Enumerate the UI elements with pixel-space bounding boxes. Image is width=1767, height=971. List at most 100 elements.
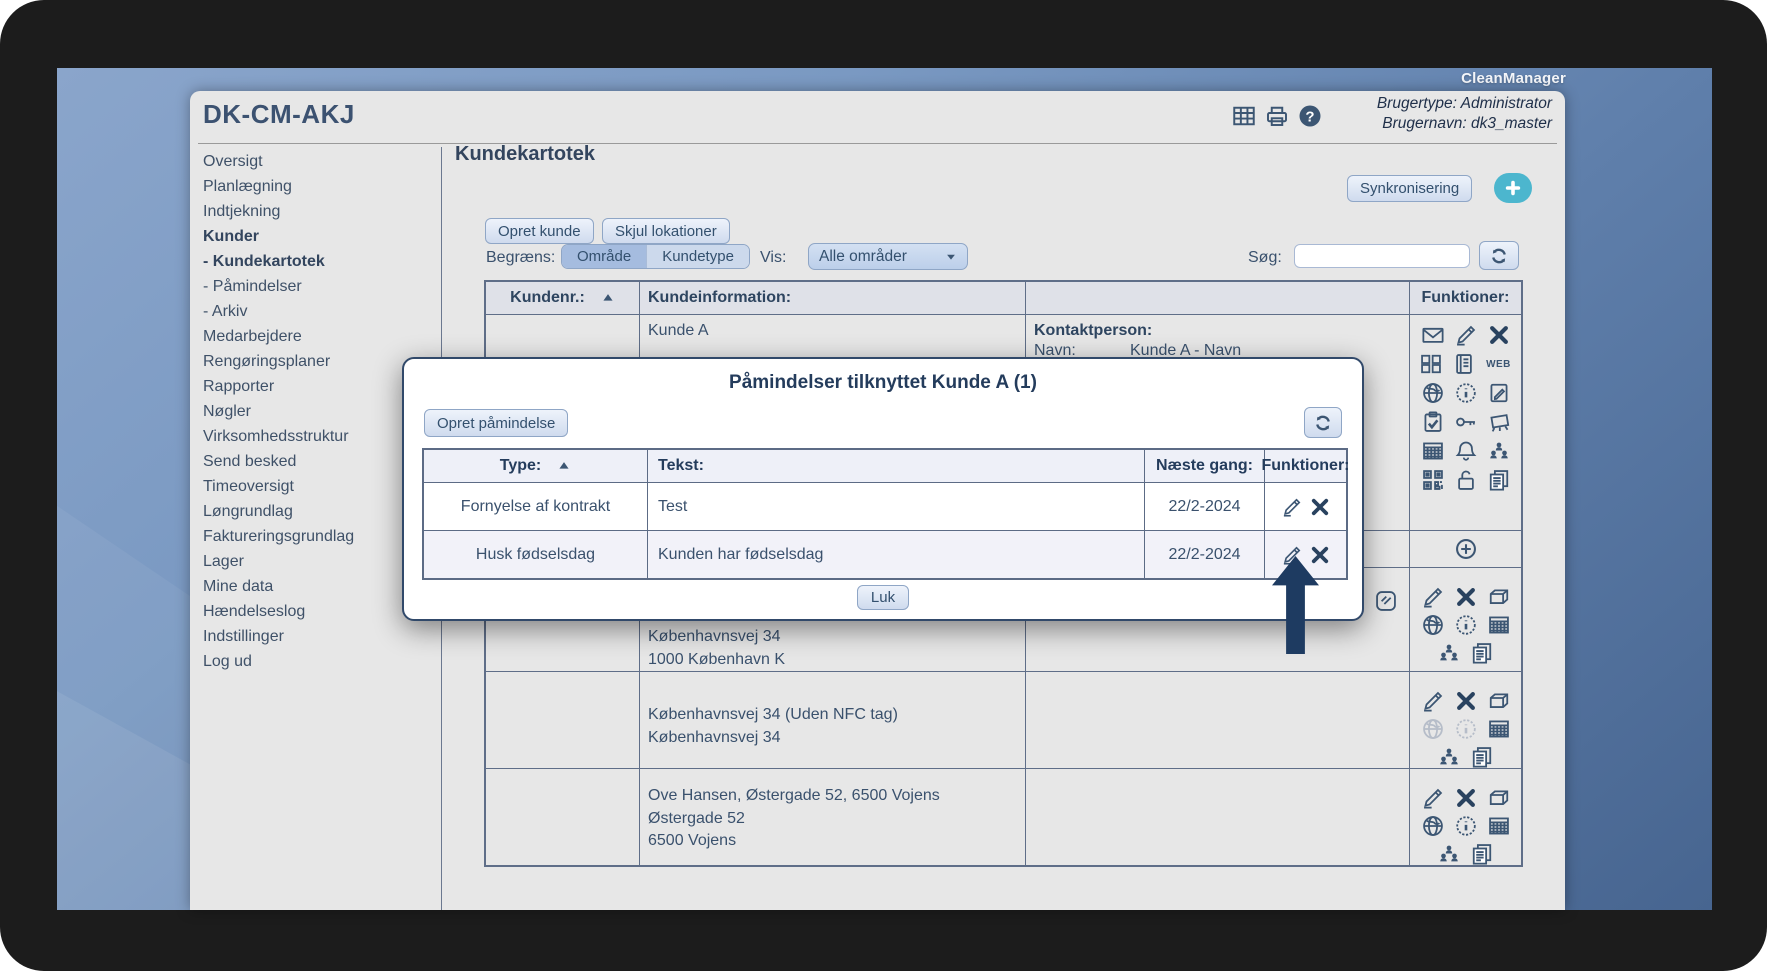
- sidebar-item-kundekartotek[interactable]: - Kundekartotek: [203, 249, 428, 274]
- sidebar-item-reng-ringsplaner[interactable]: Rengøringsplaner: [203, 349, 428, 374]
- bell-icon[interactable]: [1455, 440, 1477, 462]
- delete-icon[interactable]: [1455, 787, 1477, 809]
- delete-icon[interactable]: [1455, 690, 1477, 712]
- documents-icon[interactable]: [1488, 469, 1510, 491]
- column-header-funktioner: Funktioner:: [1410, 282, 1521, 314]
- delete-icon[interactable]: [1455, 586, 1477, 608]
- note-square-icon[interactable]: [1375, 590, 1397, 612]
- clipboard-check-icon[interactable]: [1422, 411, 1444, 433]
- sidebar-item-oversigt[interactable]: Oversigt: [203, 149, 428, 174]
- limit-option-omr-de[interactable]: Område: [562, 245, 647, 268]
- sidebar-item-timeoversigt[interactable]: Timeoversigt: [203, 474, 428, 499]
- qr-icon[interactable]: [1422, 469, 1444, 491]
- help-icon[interactable]: ?: [1298, 104, 1322, 128]
- calendar-icon[interactable]: [1488, 718, 1510, 740]
- sidebar-item-faktureringsgrundlag[interactable]: Faktureringsgrundlag: [203, 524, 428, 549]
- sidebar-item-send-besked[interactable]: Send besked: [203, 449, 428, 474]
- create-reminder-button[interactable]: Opret påmindelse: [424, 409, 568, 437]
- reminders-table-header: Type: Tekst: Næste gang: Funktioner:: [424, 450, 1346, 483]
- sidebar-item-arkiv[interactable]: - Arkiv: [203, 299, 428, 324]
- people-icon[interactable]: [1438, 843, 1460, 865]
- modal-refresh-button[interactable]: [1304, 407, 1342, 438]
- close-modal-button[interactable]: Luk: [857, 585, 909, 610]
- limit-option-kundetype[interactable]: Kundetype: [647, 245, 749, 268]
- sidebar-item-rapporter[interactable]: Rapporter: [203, 374, 428, 399]
- add-button[interactable]: [1494, 173, 1532, 203]
- column-header-kundenr[interactable]: Kundenr.:: [486, 282, 640, 314]
- refresh-button[interactable]: [1479, 241, 1519, 270]
- calendar-icon[interactable]: [1422, 440, 1444, 462]
- globe-icon[interactable]: [1422, 614, 1444, 636]
- board-icon[interactable]: [1488, 411, 1510, 433]
- info-icon[interactable]: [1455, 815, 1477, 837]
- delete-icon[interactable]: [1488, 324, 1510, 346]
- table-icon[interactable]: [1232, 104, 1256, 128]
- people-icon[interactable]: [1438, 746, 1460, 768]
- sidebar-item-p-mindelser[interactable]: - Påmindelser: [203, 274, 428, 299]
- calendar-icon[interactable]: [1488, 614, 1510, 636]
- printer-icon[interactable]: [1265, 104, 1289, 128]
- add-location-icon[interactable]: [1455, 538, 1477, 560]
- globe-icon[interactable]: [1422, 815, 1444, 837]
- delete-icon[interactable]: [1310, 497, 1330, 517]
- reminder-next-date: 22/2-2024: [1145, 531, 1265, 578]
- box-icon[interactable]: [1488, 586, 1510, 608]
- box-icon[interactable]: [1488, 787, 1510, 809]
- globe-icon[interactable]: [1422, 382, 1444, 404]
- search-input[interactable]: [1294, 244, 1470, 268]
- sidebar-item-indtjekning[interactable]: Indtjekning: [203, 199, 428, 224]
- edit-icon[interactable]: [1422, 690, 1444, 712]
- search-label: Søg:: [1248, 249, 1282, 267]
- customer-table-header: Kundenr.: Kundeinformation: Funktioner:: [486, 282, 1521, 315]
- people-icon[interactable]: [1488, 440, 1510, 462]
- area-select[interactable]: Alle områder: [808, 243, 968, 270]
- sidebar-item-l-ngrundlag[interactable]: Løngrundlag: [203, 499, 428, 524]
- column-header-type[interactable]: Type:: [424, 450, 648, 482]
- app-title: DK-CM-AKJ: [203, 99, 355, 130]
- sidebar-item-planl-gning[interactable]: Planlægning: [203, 174, 428, 199]
- web-link[interactable]: WEB: [1486, 359, 1511, 370]
- sidebar-item-medarbejdere[interactable]: Medarbejdere: [203, 324, 428, 349]
- view-label: Vis:: [760, 249, 786, 267]
- envelope-icon[interactable]: [1422, 324, 1444, 346]
- key-icon[interactable]: [1455, 411, 1477, 433]
- delete-icon[interactable]: [1310, 545, 1330, 565]
- sidebar-item-h-ndelseslog[interactable]: Hændelseslog: [203, 599, 428, 624]
- sidebar-item-lager[interactable]: Lager: [203, 549, 428, 574]
- documents-icon[interactable]: [1471, 642, 1493, 664]
- info-icon[interactable]: [1455, 614, 1477, 636]
- globe-icon[interactable]: [1422, 718, 1444, 740]
- sidebar-item-indstillinger[interactable]: Indstillinger: [203, 624, 428, 649]
- info-icon[interactable]: [1455, 718, 1477, 740]
- edit-icon[interactable]: [1422, 586, 1444, 608]
- box-icon[interactable]: [1488, 690, 1510, 712]
- sidebar-item-kunder[interactable]: Kunder: [203, 224, 428, 249]
- header-icon-bar: ?: [1232, 104, 1322, 128]
- sort-asc-icon: [557, 459, 571, 473]
- reminder-text: Kunden har fødselsdag: [648, 531, 1145, 578]
- reminder-next-date: 22/2-2024: [1145, 483, 1265, 530]
- reminder-row: Husk fødselsdagKunden har fødselsdag22/2…: [424, 531, 1346, 578]
- sidebar-item-log-ud[interactable]: Log ud: [203, 649, 428, 674]
- sidebar-item-mine-data[interactable]: Mine data: [203, 574, 428, 599]
- documents-icon[interactable]: [1471, 746, 1493, 768]
- cubes-icon[interactable]: [1420, 353, 1442, 375]
- sidebar-item-virksomhedsstruktur[interactable]: Virksomhedsstruktur: [203, 424, 428, 449]
- hide-locations-button[interactable]: Skjul lokationer: [602, 218, 730, 244]
- location-text: Ove Hansen, Østergade 52, 6500 VojensØst…: [640, 769, 1025, 853]
- sidebar-item-n-gler[interactable]: Nøgler: [203, 399, 428, 424]
- location-function-icons: [1410, 568, 1521, 664]
- edit-icon[interactable]: [1282, 497, 1302, 517]
- edit-icon[interactable]: [1455, 324, 1477, 346]
- documents-icon[interactable]: [1471, 843, 1493, 865]
- sort-asc-icon: [601, 291, 615, 305]
- people-icon[interactable]: [1438, 642, 1460, 664]
- ledger-icon[interactable]: [1453, 353, 1475, 375]
- note-icon[interactable]: [1488, 382, 1510, 404]
- sync-button[interactable]: Synkronisering: [1347, 175, 1472, 202]
- calendar-icon[interactable]: [1488, 815, 1510, 837]
- edit-icon[interactable]: [1422, 787, 1444, 809]
- info-icon[interactable]: [1455, 382, 1477, 404]
- lock-icon[interactable]: [1455, 469, 1477, 491]
- create-customer-button[interactable]: Opret kunde: [485, 218, 594, 244]
